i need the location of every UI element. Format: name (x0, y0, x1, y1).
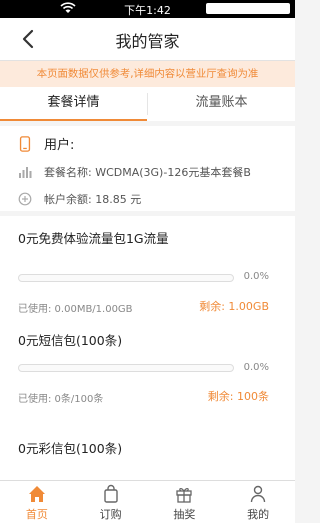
package-row: 套餐名称: WCDMA(3G)-126元基本套餐B (18, 164, 251, 180)
user-row: 用户: (18, 134, 74, 153)
package-card: 0元彩信包(100条) (0, 420, 295, 480)
bottom-tab-label: 抽奖 (173, 508, 196, 521)
tab-package-details[interactable]: 套餐详情 (0, 87, 147, 121)
gift-icon (176, 488, 193, 503)
bottom-tab-mine[interactable]: 我的 (221, 481, 295, 523)
usage-progress-bar (18, 274, 234, 282)
person-icon (250, 485, 266, 503)
tab-data-ledger[interactable]: 流量账本 (148, 87, 295, 121)
package-name: 套餐名称: WCDMA(3G)-126元基本套餐B (44, 166, 251, 179)
package-title: 0元彩信包(100条) (18, 441, 123, 456)
page-title: 我的管家 (115, 32, 180, 51)
home-icon (28, 486, 45, 502)
usage-percent: 0.0% (243, 362, 269, 373)
status-bar: 下午1:42 (0, 0, 295, 18)
usage-percent: 0.0% (243, 271, 269, 282)
usage-used: 已使用: 0.00MB/1.00GB (18, 304, 133, 315)
package-title: 0元免费体验流量包1G流量 (18, 231, 169, 246)
phone-icon (19, 135, 31, 152)
bottom-tab-bar: 首页 订购 抽奖 我的 (0, 480, 295, 523)
bottom-tab-home[interactable]: 首页 (0, 481, 74, 523)
bottom-tab-order[interactable]: 订购 (74, 481, 148, 523)
tab-strip: 套餐详情 流量账本 (0, 87, 295, 121)
usage-progress-bar (18, 364, 234, 372)
user-label: 用户: (44, 138, 75, 153)
notice-banner: 本页面数据仅供参考,详细内容以营业厅查询为准 (0, 61, 295, 87)
bottom-tab-label: 我的 (247, 508, 270, 521)
package-title: 0元短信包(100条) (18, 333, 123, 348)
balance-value: 帐户余额: 18.85 元 (44, 193, 142, 206)
battery-icon (206, 3, 290, 14)
usage-used: 已使用: 0条/100条 (18, 394, 104, 405)
bottom-tab-label: 订购 (99, 508, 122, 521)
usage-remaining: 剩余: 100条 (207, 390, 269, 403)
plus-circle-icon (18, 192, 32, 206)
bottom-tab-label: 首页 (25, 508, 48, 521)
usage-remaining: 剩余: 1.00GB (199, 300, 269, 313)
bag-icon (103, 484, 118, 503)
bottom-tab-lottery[interactable]: 抽奖 (148, 481, 222, 523)
balance-row: 帐户余额: 18.85 元 (18, 191, 141, 207)
nav-bar: 我的管家 (0, 18, 295, 61)
bar-chart-icon (19, 167, 32, 178)
user-info-card: 用户: 套餐名称: WCDMA(3G)-126元基本套餐B 帐户余额: 18.8… (0, 126, 295, 211)
